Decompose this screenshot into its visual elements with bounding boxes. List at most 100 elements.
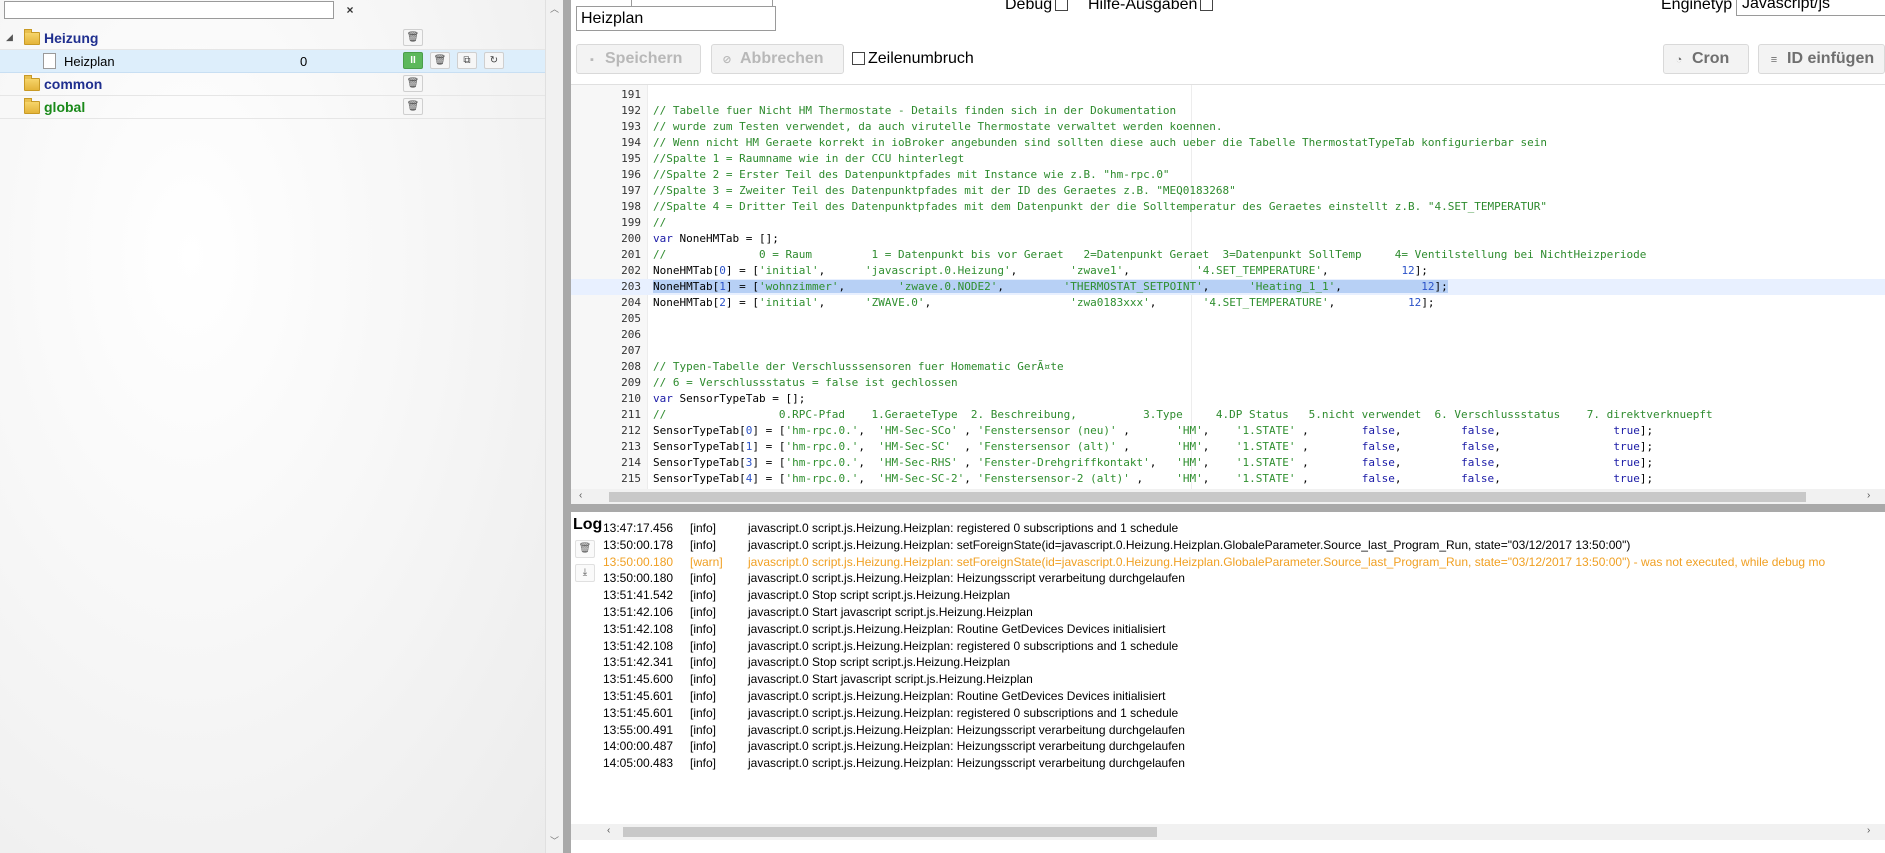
delete-folder-button[interactable]: 🗑 [403,75,423,92]
clock-icon: ◔ [1675,54,1683,66]
download-log-button[interactable]: ⤓ [575,564,595,582]
debug-toggle[interactable]: Debug [1005,0,1069,14]
insert-id-button[interactable]: ≡ ID einfügen [1758,44,1885,74]
code-text: //Spalte 2 = Erster Teil des Datenpunktp… [653,168,1170,181]
scroll-down-icon[interactable]: ﹀ [550,834,559,847]
code-text: NoneHMTab[2] = ['initial', 'ZWAVE.0', 'z… [653,296,1435,309]
wrap-checkbox[interactable] [852,52,865,66]
code-line[interactable]: 196 //Spalte 2 = Erster Teil des Datenpun… [571,167,1885,183]
code-text: // Tabelle fuer Nicht HM Thermostate - D… [653,104,1177,117]
code-line[interactable]: 206 [571,327,1885,343]
code-text: SensorTypeTab[1] = ['hm-rpc.0.', 'HM-Sec… [653,440,1654,453]
code-line[interactable]: 192 // Tabelle fuer Nicht HM Thermostate … [571,103,1885,119]
line-number: 203 [621,280,641,293]
line-number: 211 [621,408,641,421]
code-line[interactable]: 193 // wurde zum Testen verwendet, da auc… [571,119,1885,135]
delete-folder-button[interactable]: 🗑 [403,98,423,115]
tree-script-heizplan[interactable]: Heizplan 0 II 🗑 ⧉ ↻ [0,50,545,73]
code-line[interactable]: 201 // 0 = Raum 1 = Datenpunkt bis vor Ge… [571,247,1885,263]
copy-script-button[interactable]: ⧉ [457,52,477,69]
log-message: javascript.0 script.js.Heizung.Heizplan:… [748,521,1179,535]
log-message: javascript.0 script.js.Heizung.Heizplan:… [748,756,1185,771]
code-text: NoneHMTab[0] = ['initial', 'javascript.0… [653,264,1428,277]
script-name-input[interactable] [576,6,776,31]
pause-script-button[interactable]: II [403,52,423,69]
save-icon: ▪ [590,54,594,66]
tree-scrollbar[interactable]: ︿ ﹀ [545,0,564,853]
code-line[interactable]: 207 [571,343,1885,359]
code-text: SensorTypeTab[0] = ['hm-rpc.0.', 'HM-Sec… [653,424,1654,437]
code-text: // Wenn nicht HM Geraete korrekt in ioBr… [653,136,1548,149]
code-line[interactable]: 198 //Spalte 4 = Dritter Teil des Datenpu… [571,199,1885,215]
restart-script-button[interactable]: ↻ [484,52,504,69]
scroll-left-icon[interactable]: ‹ [607,825,610,836]
code-line[interactable]: 212 SensorTypeTab[0] = ['hm-rpc.0.', 'HM-… [571,423,1885,439]
cron-button[interactable]: ◔ Cron [1663,44,1749,74]
log-scroll-thumb[interactable] [623,827,1157,837]
code-line[interactable]: 199 // [571,215,1885,231]
code-line[interactable]: 200 var NoneHMTab = []; [571,231,1885,247]
code-line[interactable]: 209 // 6 = Verschlussstatus = false ist g… [571,375,1885,391]
hilfe-checkbox[interactable] [1200,0,1214,12]
horizontal-splitter[interactable] [571,504,1885,512]
debug-checkbox[interactable] [1055,0,1069,12]
script-instance-count: 0 [300,54,308,69]
code-line[interactable]: 195 //Spalte 1 = Raumname wie in der CCU … [571,151,1885,167]
delete-script-button[interactable]: 🗑 [430,52,450,69]
cancel-button[interactable]: ⊘ Abbrechen [711,44,844,74]
log-message: javascript.0 script.js.Heizung.Heizplan:… [748,571,1185,586]
code-line[interactable]: 197 //Spalte 3 = Zweiter Teil des Datenpu… [571,183,1885,199]
code-line[interactable]: 213 SensorTypeTab[1] = ['hm-rpc.0.', 'HM-… [571,439,1885,455]
log-level: [info] [690,756,717,771]
log-entry: 14:05:00.483 [info] javascript.0 script.js… [603,753,1885,773]
code-line[interactable]: 214 SensorTypeTab[3] = ['hm-rpc.0.', 'HM-… [571,455,1885,471]
download-icon: ⤓ [582,567,588,578]
code-text: //Spalte 3 = Zweiter Teil des Datenpunkt… [653,184,1236,197]
line-number: 201 [621,248,641,261]
scroll-right-icon[interactable]: › [1867,825,1870,836]
code-line[interactable]: 208 // Typen-Tabelle der Verschlusssensor… [571,359,1885,375]
log-horizontal-scrollbar[interactable]: ‹ › [571,824,1885,840]
code-text: // 0 = Raum 1 = Datenpunkt bis vor Gerae… [653,248,1647,261]
log-title: Log [573,516,603,533]
code-line[interactable]: 191 [571,87,1885,103]
vertical-splitter[interactable] [563,0,571,853]
code-line[interactable]: 202 NoneHMTab[0] = ['initial', 'javascrip… [571,263,1885,279]
code-line[interactable]: 210 var SensorTypeTab = []; [571,391,1885,407]
tree-filter-input[interactable] [4,1,334,19]
expand-arrow-icon[interactable]: ◢ [6,32,13,43]
scroll-right-icon[interactable]: › [1867,490,1870,501]
code-line[interactable]: 205 [571,311,1885,327]
folder-icon [24,29,40,45]
tree-folder-global[interactable]: global 🗑 [0,96,545,119]
line-number: 198 [621,200,641,213]
code-line[interactable]: 211 // 0.RPC-Pfad 1.GeraeteType 2. Beschr… [571,407,1885,423]
line-number: 205 [621,312,641,325]
code-line[interactable]: 204 NoneHMTab[2] = ['initial', 'ZWAVE.0',… [571,295,1885,311]
clear-filter-icon[interactable]: × [342,2,358,18]
log-message: javascript.0 script.js.Heizung.Heizplan:… [748,638,1179,653]
code-text: //Spalte 4 = Dritter Teil des Datenpunkt… [653,200,1548,213]
code-line[interactable]: 215 SensorTypeTab[4] = ['hm-rpc.0.', 'HM-… [571,471,1885,487]
line-number: 206 [621,328,641,341]
clear-log-button[interactable]: 🗑 [575,540,595,558]
line-number: 208 [621,360,641,373]
code-text: var NoneHMTab = []; [653,232,779,245]
engine-type-select[interactable]: Javascript/js [1736,0,1885,16]
scroll-up-icon[interactable]: ︿ [550,2,559,15]
code-line[interactable]: 194 // Wenn nicht HM Geraete korrekt in i… [571,135,1885,151]
tree-folder-common[interactable]: common 🗑 [0,73,545,96]
code-line[interactable]: 203 NoneHMTab[1] = ['wohnzimmer', 'zwave.… [571,279,1885,295]
scroll-left-icon[interactable]: ‹ [579,490,582,501]
wrap-toggle[interactable]: Zeilenumbruch [852,50,974,68]
delete-folder-button[interactable]: 🗑 [403,29,423,46]
editor-scroll-thumb[interactable] [609,492,1806,502]
editor-horizontal-scrollbar[interactable]: ‹ › [571,489,1885,505]
save-button[interactable]: ▪ Speichern [576,44,701,74]
code-text: // Typen-Tabelle der Verschlusssensoren … [653,360,1064,373]
hilfe-toggle[interactable]: Hilfe-Ausgaben [1088,0,1214,14]
code-text: //Spalte 1 = Raumname wie in der CCU hin… [653,152,965,165]
tree-folder-label: common [44,76,103,92]
code-editor[interactable]: 191 192 // Tabelle fuer Nicht HM Thermosta… [571,84,1885,505]
tree-folder-heizung[interactable]: ◢ Heizung 🗑 [0,27,545,50]
